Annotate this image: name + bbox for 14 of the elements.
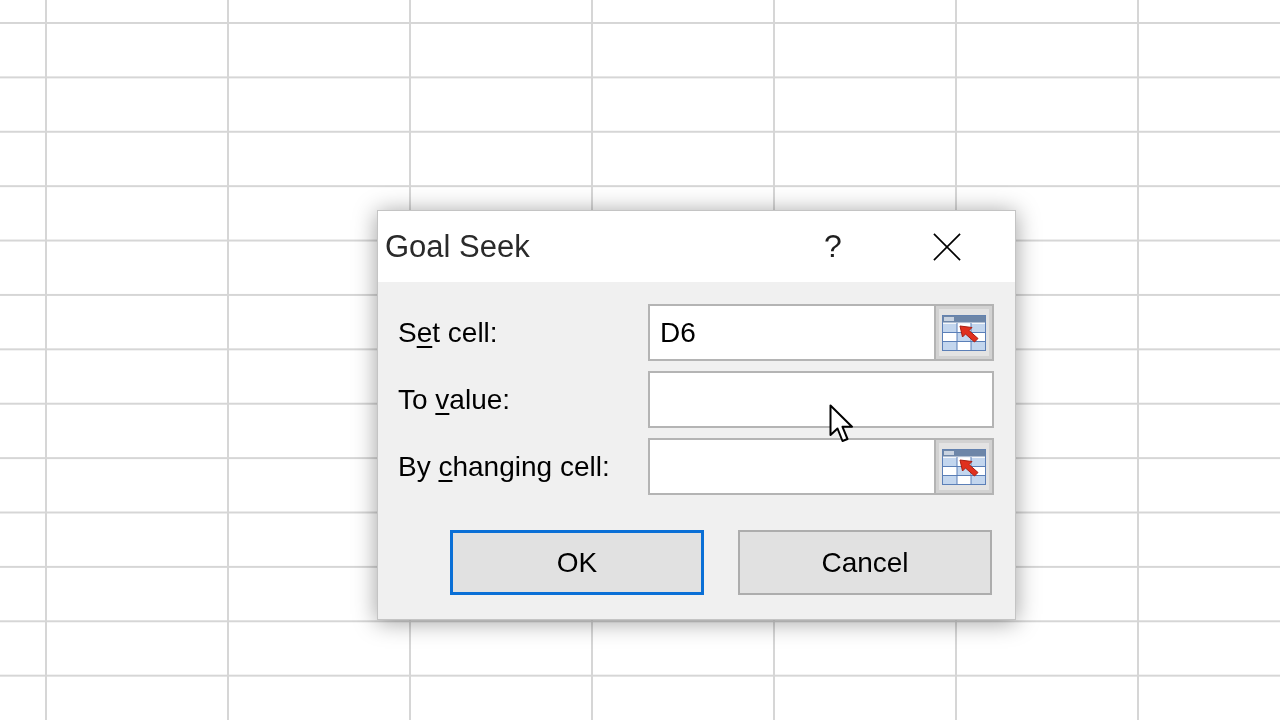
window-title: Goal Seek — [385, 228, 530, 265]
field-label: To value: — [398, 383, 511, 416]
close-icon — [933, 232, 961, 261]
range-select-button[interactable] — [934, 438, 994, 495]
input-field[interactable]: D6 — [648, 304, 934, 361]
dialog-button[interactable]: OK — [450, 530, 704, 595]
mouse-pointer-icon — [829, 404, 855, 444]
field-label: By changing cell: — [398, 450, 610, 483]
range-select-button[interactable] — [934, 304, 994, 361]
field-label: Set cell: — [398, 316, 498, 349]
help-button[interactable]: ? — [803, 216, 863, 277]
input-field[interactable] — [648, 371, 994, 428]
dialog-button[interactable]: Cancel — [738, 530, 992, 595]
input-field[interactable] — [648, 438, 934, 495]
